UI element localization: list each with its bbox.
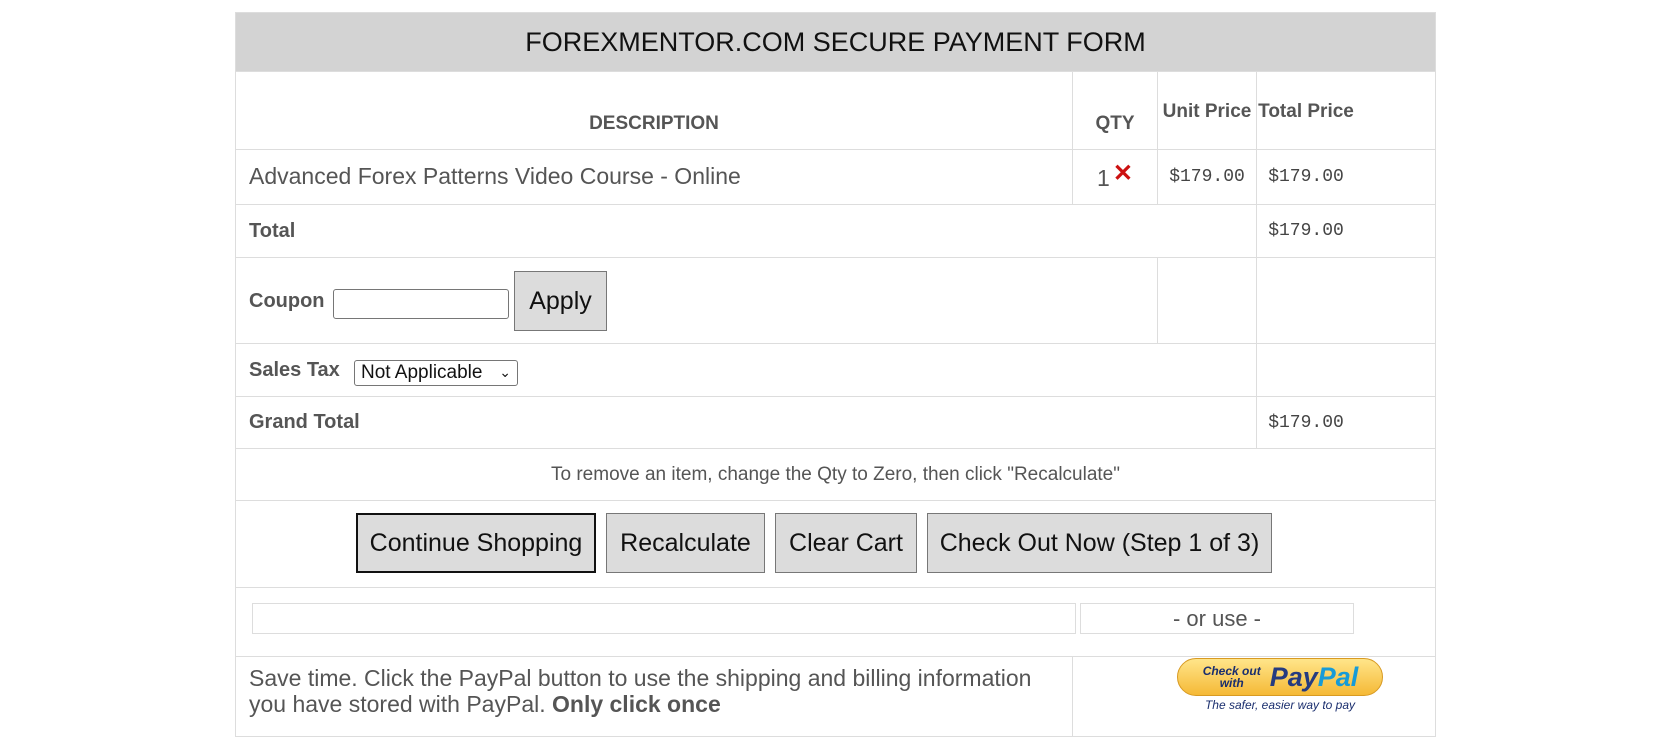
column-header-qty: QTY [1095, 113, 1135, 134]
or-use-row: - or use - [236, 588, 1435, 656]
paypal-instructions-bold: Only click once [552, 691, 721, 717]
coupon-label: Coupon [249, 290, 325, 312]
paypal-checkout-small-text: Check out with [1202, 664, 1261, 690]
grand-total-row: Grand Total $179.00 [236, 397, 1435, 449]
sales-tax-selected: Not Applicable [361, 362, 483, 383]
paypal-logo-pay: Pay [1269, 661, 1318, 692]
paypal-logo-pal: Pal [1317, 661, 1359, 692]
coupon-input[interactable] [333, 289, 509, 319]
column-header-total-price: Total Price [1258, 100, 1354, 122]
total-value: $179.00 [1268, 221, 1344, 241]
item-total-price: $179.00 [1268, 167, 1344, 187]
sales-tax-label: Sales Tax [249, 358, 340, 381]
total-label: Total [249, 219, 296, 242]
paypal-logo: PayPal [1270, 662, 1359, 693]
recalculate-button[interactable]: Recalculate [606, 513, 765, 573]
remove-item-note: To remove an item, change the Qty to Zer… [551, 463, 1120, 485]
column-header-description: DESCRIPTION [589, 113, 719, 134]
form-title: FOREXMENTOR.COM SECURE PAYMENT FORM [236, 13, 1435, 72]
checkout-button[interactable]: Check Out Now (Step 1 of 3) [927, 513, 1272, 573]
total-row: Total $179.00 [236, 205, 1435, 258]
table-row: Advanced Forex Patterns Video Course - O… [236, 150, 1435, 205]
paypal-tagline: The safer, easier way to pay [1204, 698, 1356, 712]
coupon-row: Coupon Apply [236, 258, 1435, 344]
table-header-row: DESCRIPTION QTY Unit Price Total Price [236, 72, 1435, 150]
sales-tax-row: Sales Tax Not Applicable ⌄ [236, 344, 1435, 397]
grand-total-label: Grand Total [249, 411, 360, 433]
paypal-checkout-button[interactable]: Check out with PayPal [1177, 658, 1383, 696]
column-header-unit-price: Unit Price [1162, 100, 1252, 122]
paypal-instructions: Save time. Click the PayPal button to us… [249, 665, 1069, 717]
item-qty-cell: 1 ✕ [1073, 150, 1157, 204]
action-buttons-row: Continue Shopping Recalculate Clear Cart… [236, 501, 1435, 588]
item-description: Advanced Forex Patterns Video Course - O… [249, 163, 741, 189]
item-unit-price: $179.00 [1169, 167, 1245, 187]
payment-form: FOREXMENTOR.COM SECURE PAYMENT FORM DESC… [235, 12, 1436, 737]
apply-coupon-button[interactable]: Apply [514, 271, 607, 331]
item-qty[interactable]: 1 [1097, 165, 1110, 192]
or-use-label: - or use - [1080, 603, 1354, 634]
close-icon[interactable]: ✕ [1113, 162, 1133, 186]
grand-total-value: $179.00 [1268, 412, 1344, 433]
remove-item-note-row: To remove an item, change the Qty to Zer… [236, 449, 1435, 501]
clear-cart-button[interactable]: Clear Cart [775, 513, 917, 573]
chevron-down-icon: ⌄ [499, 364, 511, 380]
spacer-box [252, 603, 1076, 634]
sales-tax-select[interactable]: Not Applicable ⌄ [354, 360, 518, 386]
continue-shopping-button[interactable]: Continue Shopping [356, 513, 596, 573]
